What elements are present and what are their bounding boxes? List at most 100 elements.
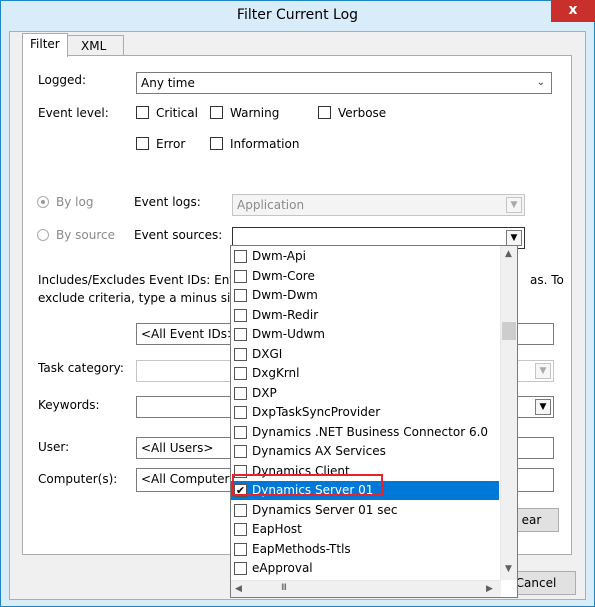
option-label: eApproval — [252, 561, 313, 575]
option-checkbox[interactable] — [234, 250, 247, 263]
computer-label: Computer(s): — [38, 472, 118, 486]
option-label: DxpTaskSyncProvider — [252, 405, 381, 419]
event-source-option[interactable]: EapMethods-Ttls — [231, 540, 499, 559]
warning-checkbox[interactable] — [210, 106, 223, 119]
option-label: DxgKrnl — [252, 366, 300, 380]
event-source-option[interactable]: DxpTaskSyncProvider — [231, 403, 499, 422]
event-source-option[interactable]: Dwm-Api — [231, 247, 499, 266]
title-bar: Filter Current Log x — [1, 0, 595, 31]
event-source-option[interactable]: DxgKrnl — [231, 364, 499, 383]
logged-select[interactable]: Any time ⌄ — [136, 72, 552, 94]
includes-text-right-1: as. To — [530, 273, 564, 287]
scroll-up-icon[interactable]: ▲ — [505, 249, 512, 259]
option-checkbox[interactable] — [234, 562, 247, 575]
by-source-label: By source — [56, 228, 115, 242]
option-label: EapHost — [252, 522, 302, 536]
scroll-thumb[interactable] — [502, 322, 516, 340]
highlight-outline — [232, 474, 383, 496]
critical-checkbox[interactable] — [136, 106, 149, 119]
user-label: User: — [38, 440, 70, 454]
option-checkbox[interactable] — [234, 347, 247, 361]
chevron-down-icon: ▼ — [506, 230, 522, 246]
chevron-down-icon: ▼ — [535, 399, 551, 415]
option-label: Dwm-Udwm — [252, 327, 325, 341]
logged-value: Any time — [141, 76, 195, 90]
verbose-label: Verbose — [338, 106, 387, 120]
scroll-left-icon[interactable]: ◀ — [235, 584, 242, 594]
option-checkbox[interactable] — [234, 425, 247, 439]
scroll-down-icon[interactable]: ▼ — [505, 564, 512, 574]
option-checkbox[interactable] — [234, 523, 247, 536]
option-checkbox[interactable] — [234, 542, 247, 556]
option-label: EapMethods-Ttls — [252, 541, 351, 556]
event-source-option[interactable]: Dynamics Server 01 sec — [231, 501, 499, 520]
event-sources-label: Event sources: — [134, 228, 223, 242]
includes-text-left-1: Includes/Excludes Event IDs: Enter — [38, 273, 247, 287]
by-log-radio[interactable] — [37, 196, 49, 208]
by-source-radio[interactable] — [37, 229, 49, 241]
option-checkbox[interactable] — [234, 289, 247, 302]
chevron-down-icon: ▼ — [506, 197, 522, 213]
event-source-option[interactable]: EapHost — [231, 520, 499, 539]
option-checkbox[interactable] — [234, 367, 247, 380]
event-source-option[interactable]: Dwm-Redir — [231, 306, 499, 325]
option-checkbox[interactable] — [234, 445, 247, 458]
option-checkbox[interactable] — [234, 386, 247, 400]
option-label: Dynamics Server 01 sec — [252, 502, 398, 517]
event-source-option[interactable]: DXP — [231, 384, 499, 403]
information-checkbox[interactable] — [210, 137, 223, 150]
tab-filter-label: Filter — [30, 37, 60, 51]
chevron-down-icon: ▼ — [535, 363, 551, 379]
event-source-option[interactable]: Dwm-Core — [231, 267, 499, 286]
horizontal-scrollbar[interactable]: ◀ III ▶ — [231, 580, 501, 597]
event-logs-label: Event logs: — [134, 195, 201, 209]
information-label: Information — [230, 137, 300, 151]
task-category-label: Task category: — [38, 361, 124, 375]
keywords-label: Keywords: — [38, 398, 100, 412]
event-source-option[interactable]: Dwm-Udwm — [231, 325, 499, 344]
event-source-option[interactable]: eApproval — [231, 559, 499, 578]
tab-xml-label: XML — [81, 39, 107, 53]
option-label: Dwm-Core — [252, 268, 315, 283]
event-source-option[interactable]: Dynamics .NET Business Connector 6.0 — [231, 423, 499, 442]
event-ids-value: <All Event IDs> — [141, 327, 238, 341]
chevron-down-icon: ⌄ — [536, 77, 545, 88]
cancel-button-label: Cancel — [515, 576, 557, 590]
verbose-checkbox[interactable] — [318, 106, 331, 119]
option-label: DXP — [252, 385, 277, 400]
critical-label: Critical — [156, 106, 198, 120]
option-checkbox[interactable] — [234, 328, 247, 341]
event-logs-field[interactable]: Application ▼ — [232, 194, 525, 216]
logged-label: Logged: — [38, 73, 87, 87]
scroll-right-icon[interactable]: ▶ — [486, 584, 493, 594]
event-logs-value: Application — [237, 198, 305, 212]
error-label: Error — [156, 137, 186, 151]
option-checkbox[interactable] — [234, 308, 247, 322]
computer-value: <All Computers — [141, 472, 236, 486]
option-label: Dwm-Redir — [252, 307, 319, 322]
option-checkbox[interactable] — [234, 269, 247, 283]
event-source-option[interactable]: Dynamics AX Services — [231, 442, 499, 461]
option-label: DXGI — [252, 346, 283, 361]
option-label: Dwm-Api — [252, 249, 306, 263]
event-source-option[interactable]: DXGI — [231, 345, 499, 364]
clear-button-label: ear — [521, 513, 542, 527]
dialog-title: Filter Current Log — [236, 7, 359, 23]
tab-filter[interactable]: Filter — [22, 33, 68, 57]
tab-xml[interactable]: XML — [67, 35, 124, 57]
event-level-label: Event level: — [38, 106, 109, 120]
close-button[interactable]: x — [551, 0, 595, 22]
by-log-label: By log — [56, 195, 94, 209]
vertical-scrollbar[interactable]: ▲ ▼ — [500, 246, 517, 580]
includes-text-left-2: exclude criteria, type a minus sign — [38, 291, 246, 305]
scroll-thumb-grip[interactable]: III — [281, 583, 287, 593]
option-checkbox[interactable] — [234, 406, 247, 419]
close-icon: x — [568, 2, 578, 18]
option-label: Dwm-Dwm — [252, 288, 318, 302]
user-value: <All Users> — [141, 441, 214, 455]
option-checkbox[interactable] — [234, 503, 247, 517]
warning-label: Warning — [230, 106, 280, 120]
option-label: Dynamics .NET Business Connector 6.0 — [252, 424, 489, 439]
event-source-option[interactable]: Dwm-Dwm — [231, 286, 499, 305]
error-checkbox[interactable] — [136, 137, 149, 150]
